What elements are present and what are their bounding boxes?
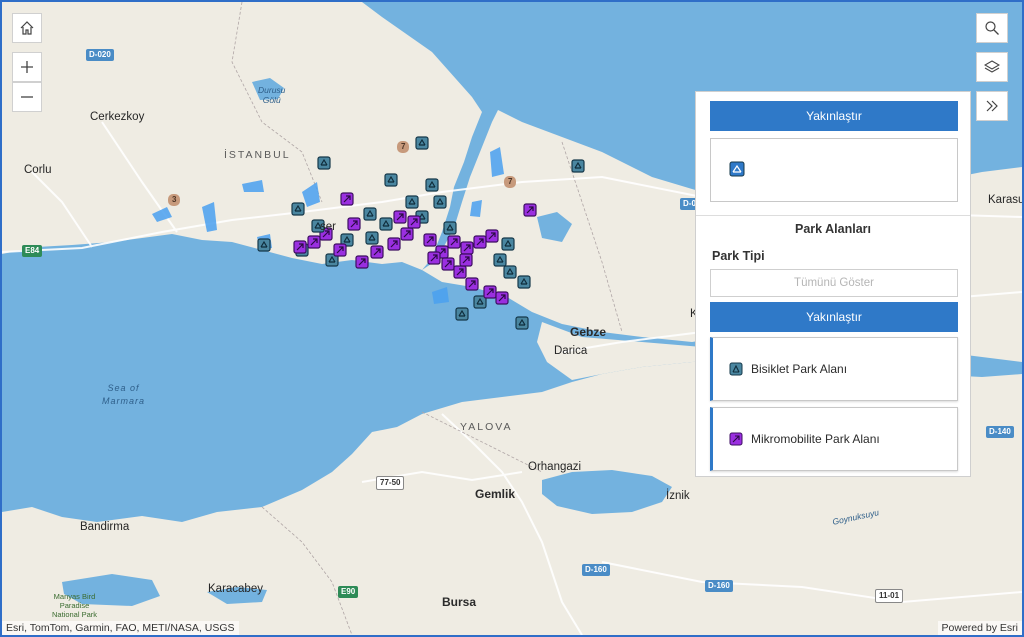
road-shield: E84	[22, 245, 43, 257]
expand-panel-button[interactable]	[976, 91, 1008, 121]
legend-label: Mikromobilite Park Alanı	[751, 432, 880, 446]
home-button[interactable]	[12, 13, 42, 43]
road-shield: E90	[338, 586, 359, 598]
minus-icon	[21, 96, 33, 98]
powered-by[interactable]: Powered by Esri	[937, 621, 1022, 635]
zoom-in-button[interactable]	[12, 52, 42, 82]
divider	[696, 215, 970, 216]
road-shield: 77-50	[376, 476, 405, 490]
road-shield: 7	[504, 176, 517, 188]
filter-label: Park Tipi	[712, 249, 765, 263]
selected-feature-card[interactable]	[710, 138, 958, 202]
home-icon	[20, 21, 34, 35]
park-type-select[interactable]: Tümünü Göster	[710, 269, 958, 297]
layers-icon	[984, 60, 1000, 73]
road-shield: 7	[397, 141, 410, 153]
plus-icon	[21, 61, 33, 73]
map-attribution[interactable]: Esri, TomTom, Garmin, FAO, METI/NASA, US…	[2, 621, 239, 635]
legend-label: Bisiklet Park Alanı	[751, 362, 848, 376]
zoom-out-button[interactable]	[12, 82, 42, 112]
road-shield: D-160	[582, 564, 610, 576]
layers-button[interactable]	[976, 52, 1008, 82]
legend-item-micromobility[interactable]: Mikromobilite Park Alanı	[710, 407, 958, 471]
road-shield: D-160	[705, 580, 733, 592]
zoom-to-button-top[interactable]: Yakınlaştır	[710, 101, 958, 131]
road-shield: 11-01	[875, 589, 904, 603]
panel-title: Park Alanları	[795, 222, 871, 236]
road-shield: D-140	[986, 426, 1014, 438]
bicycle-parking-icon	[729, 161, 745, 182]
search-button[interactable]	[976, 13, 1008, 43]
micromobility-parking-icon	[729, 432, 743, 446]
double-chevron-right-icon	[986, 100, 998, 112]
legend-item-bicycle[interactable]: Bisiklet Park Alanı	[710, 337, 958, 401]
park-areas-panel: Yakınlaştır Park Alanları Park Tipi Tümü…	[695, 91, 971, 477]
search-icon	[985, 21, 999, 35]
road-shield: D-020	[86, 49, 114, 61]
bicycle-parking-icon	[729, 362, 743, 376]
road-shield: 3	[168, 194, 181, 206]
map-app: Cerkezkoy Corlu İSTANBUL ser Gebze Daric…	[0, 0, 1024, 637]
zoom-to-button-bottom[interactable]: Yakınlaştır	[710, 302, 958, 332]
